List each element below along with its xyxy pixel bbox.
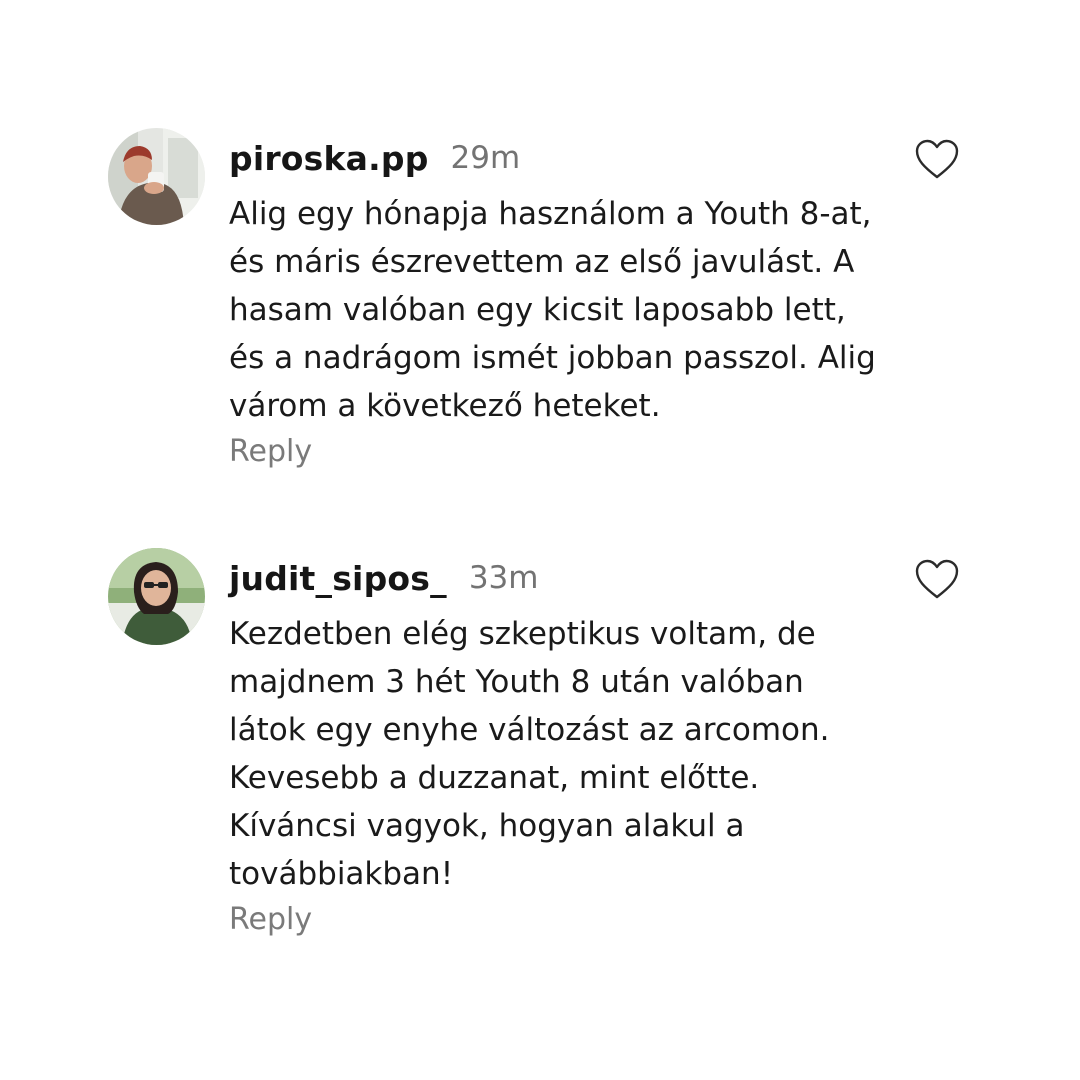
comment-text-line: várom a következő heteket. [229, 388, 661, 424]
comment-text: Alig egy hónapja használom a Youth 8-at,… [229, 190, 969, 430]
avatar[interactable] [108, 548, 205, 645]
timestamp: 33m [468, 560, 539, 596]
comment-text-line: majdnem 3 hét Youth 8 után valóban [229, 664, 804, 700]
username[interactable]: judit_sipos_ [229, 559, 447, 598]
comment-text-line: Alig egy hónapja használom a Youth 8-at, [229, 196, 872, 232]
comment-text-line: és a nadrágom ismét jobban passzol. Alig [229, 340, 876, 376]
comment-text-line: Kevesebb a duzzanat, mint előtte. [229, 760, 760, 796]
comment-text-line: és máris észrevettem az első javulást. A [229, 244, 855, 280]
comment-text-line: hasam valóban egy kicsit laposabb lett, [229, 292, 846, 328]
timestamp: 29m [450, 140, 521, 176]
comment-text: Kezdetben elég szkeptikus voltam, de maj… [229, 610, 969, 898]
comment-header: piroska.pp 29m [229, 128, 969, 188]
heart-outline-icon[interactable] [914, 138, 960, 180]
comment-text-line: Kíváncsi vagyok, hogyan alakul a [229, 808, 745, 844]
comment-text-line: látok egy enyhe változást az arcomon. [229, 712, 830, 748]
avatar[interactable] [108, 128, 205, 225]
username[interactable]: piroska.pp [229, 139, 429, 178]
reply-button[interactable]: Reply [229, 902, 312, 937]
heart-outline-icon[interactable] [914, 558, 960, 600]
comment-body: judit_sipos_ 33m Kezdetben elég szkeptik… [229, 548, 969, 938]
reply-button[interactable]: Reply [229, 434, 312, 469]
comment-text-line: Kezdetben elég szkeptikus voltam, de [229, 616, 816, 652]
comment-header: judit_sipos_ 33m [229, 548, 969, 608]
comment-text-line: továbbiakban! [229, 856, 454, 892]
comment-body: piroska.pp 29m Alig egy hónapja használo… [229, 128, 969, 470]
